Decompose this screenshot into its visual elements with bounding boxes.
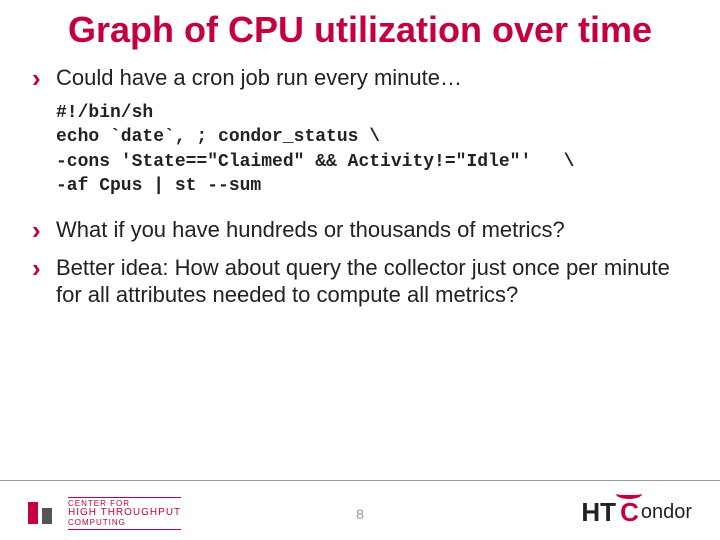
bullet-item: What if you have hundreds or thousands o… [30,216,690,244]
htcondor-logo: HT C ondor [581,497,692,528]
bullet-list: What if you have hundreds or thousands o… [30,216,690,309]
htcondor-logo-c: C [620,497,639,528]
chtc-logo: CENTER FOR HIGH THROUGHPUT COMPUTING [28,497,181,530]
slide: Graph of CPU utilization over time Could… [0,0,720,540]
chtc-logo-text: CENTER FOR HIGH THROUGHPUT COMPUTING [68,497,181,530]
htcondor-logo-ondor: ondor [641,501,692,524]
page-number: 8 [356,506,364,522]
swoosh-icon [616,489,642,499]
footer: CENTER FOR HIGH THROUGHPUT COMPUTING 8 H… [0,480,720,540]
slide-title: Graph of CPU utilization over time [30,10,690,50]
code-block: #!/bin/sh echo `date`, ; condor_status \… [56,101,690,198]
chtc-logo-icon [28,498,62,528]
bullet-list: Could have a cron job run every minute… [30,64,690,92]
bullet-item: Better idea: How about query the collect… [30,254,690,309]
bullet-item: Could have a cron job run every minute… [30,64,690,92]
htcondor-logo-ht: HT [581,497,616,528]
